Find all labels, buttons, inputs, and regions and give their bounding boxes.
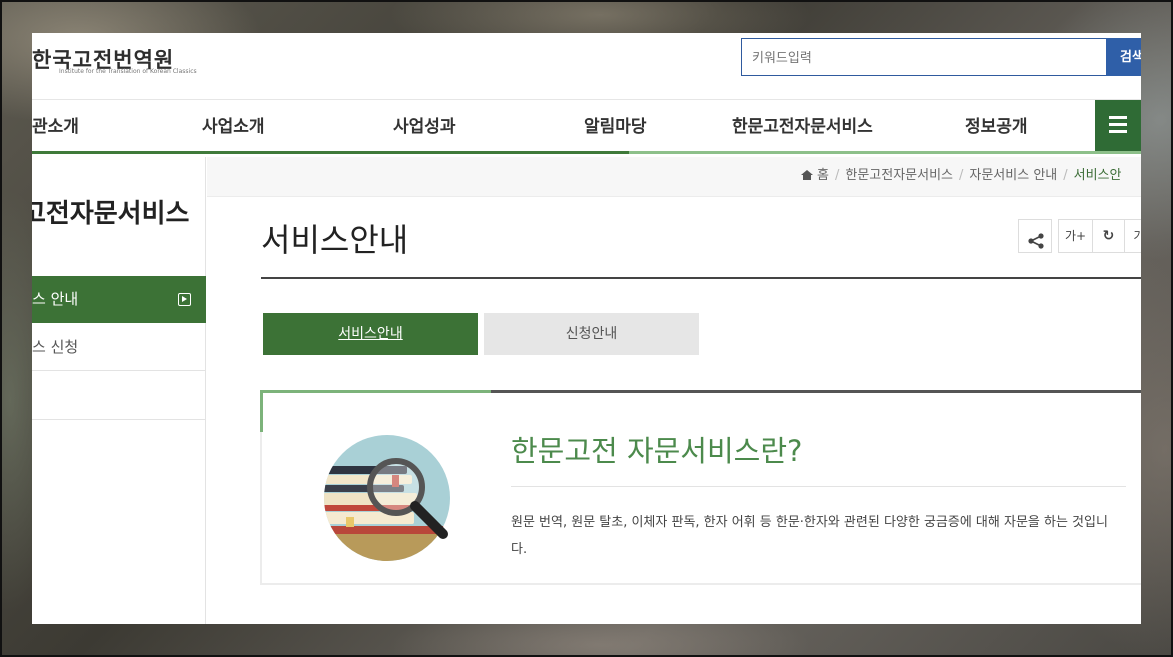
header: 한국고전번역원 Institute for the Translation of… [32, 33, 1141, 100]
font-increase-button[interactable]: 가+ [1058, 219, 1093, 253]
search-button[interactable]: 검색 [1106, 38, 1141, 76]
breadcrumb-separator: / [834, 168, 840, 183]
nav-item-about[interactable]: 관소개 [32, 100, 79, 154]
info-divider [511, 486, 1126, 487]
breadcrumb-home[interactable]: 홈 [801, 157, 829, 195]
font-reset-button[interactable]: ↻ [1092, 219, 1125, 253]
info-description: 원문 번역, 원문 탈초, 이체자 판독, 한자 어휘 등 한문·한자와 관련된… [511, 515, 1108, 557]
hamburger-icon-bar [1109, 130, 1127, 133]
sidebar-item-service-apply[interactable]: 스 신청 [32, 323, 206, 371]
breadcrumb-item[interactable]: 자문서비스 안내 [969, 157, 1057, 195]
sidebar-blank-row [32, 371, 206, 420]
nav-active-indicator [32, 151, 629, 154]
share-button[interactable] [1018, 219, 1052, 253]
hamburger-icon-bar [1109, 123, 1127, 126]
breadcrumb-home-label: 홈 [817, 168, 829, 183]
title-divider [261, 277, 1141, 279]
nav-item-results[interactable]: 사업성과 [393, 100, 456, 154]
hamburger-icon [1109, 116, 1127, 119]
main-navigation: 관소개 사업소개 사업성과 알림마당 한문고전자문서비스 정보공개 [32, 100, 1141, 154]
breadcrumb-item[interactable]: 한문고전자문서비스 [845, 157, 953, 195]
page-title: 서비스안내 [261, 221, 409, 259]
breadcrumb-separator: / [959, 168, 964, 183]
tab-apply-info[interactable]: 신청안내 [484, 313, 699, 355]
sidebar-item-service-info[interactable]: 스 안내 [32, 276, 206, 323]
browser-page: 한국고전번역원 Institute for the Translation of… [32, 33, 1141, 624]
nav-item-disclosure[interactable]: 정보공개 [965, 100, 1028, 154]
logo-subtitle: Institute for the Translation of Korean … [59, 68, 197, 75]
nav-item-consulting[interactable]: 한문고전자문서비스 [732, 100, 873, 154]
sidebar-item-label: 스 안내 [32, 290, 79, 308]
home-icon [801, 170, 813, 180]
hamburger-menu-button[interactable] [1095, 100, 1141, 151]
info-box-left-accent [260, 390, 263, 432]
breadcrumb: 홈 / 한문고전자문서비스 / 자문서비스 안내 / 서비스안 [207, 157, 1141, 197]
breadcrumb-separator: / [1063, 168, 1068, 183]
sidebar-title: 고전자문서비스 [32, 199, 190, 229]
play-icon [178, 293, 191, 306]
refresh-icon: ↻ [1102, 228, 1115, 244]
books-magnifier-icon [322, 433, 452, 568]
info-box-accent-bar [260, 390, 491, 393]
breadcrumb-current[interactable]: 서비스안 [1074, 157, 1122, 195]
search-input[interactable] [741, 38, 1107, 76]
nav-item-notice[interactable]: 알림마당 [584, 100, 647, 154]
nav-item-business[interactable]: 사업소개 [202, 100, 265, 154]
sidebar: 고전자문서비스 스 안내 스 신청 [32, 157, 206, 624]
tab-service-info[interactable]: 서비스안내 [263, 313, 478, 355]
sidebar-item-label: 스 신청 [32, 338, 79, 356]
info-box-top-border [491, 390, 1141, 393]
font-decrease-button[interactable]: 가 [1124, 219, 1141, 253]
info-title: 한문고전 자문서비스란? [511, 434, 803, 468]
share-icon [1027, 229, 1045, 249]
